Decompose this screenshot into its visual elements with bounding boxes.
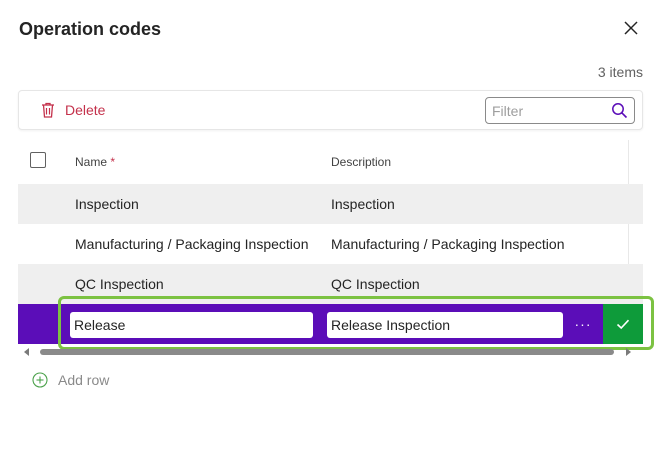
scrollbar-thumb[interactable] — [40, 349, 614, 355]
filter-box[interactable] — [485, 97, 635, 124]
column-header-name[interactable]: Name * — [75, 155, 115, 169]
row-name-cell: QC Inspection — [75, 276, 164, 292]
row-description-cell: Manufacturing / Packaging Inspection — [331, 236, 565, 252]
row-name-cell: Inspection — [75, 196, 139, 212]
column-header-name-label: Name — [75, 155, 108, 169]
required-marker: * — [110, 155, 116, 169]
table-row[interactable]: QC Inspection QC Inspection — [18, 264, 643, 304]
close-icon — [624, 21, 638, 35]
filter-input[interactable] — [492, 101, 602, 121]
table-row[interactable]: Manufacturing / Packaging Inspection Man… — [18, 224, 643, 264]
horizontal-scrollbar[interactable] — [18, 348, 643, 356]
command-bar: Delete — [18, 90, 643, 130]
grid-header: Name * Description — [18, 140, 643, 184]
editing-row: ··· — [18, 304, 643, 344]
scroll-left-arrow-icon[interactable] — [24, 348, 29, 356]
table-row[interactable]: Inspection Inspection — [18, 184, 643, 224]
trash-icon — [42, 102, 54, 118]
scroll-right-arrow-icon[interactable] — [626, 348, 631, 356]
delete-button-label: Delete — [65, 102, 106, 118]
dialog-title: Operation codes — [19, 19, 162, 39]
select-all-checkbox[interactable] — [30, 152, 46, 168]
row-name-cell: Manufacturing / Packaging Inspection — [75, 236, 309, 252]
add-row-button[interactable]: Add row — [32, 372, 109, 388]
more-options-button[interactable]: ··· — [568, 312, 598, 338]
add-row-label: Add row — [58, 372, 110, 388]
delete-button[interactable]: Delete — [39, 99, 105, 121]
column-header-description[interactable]: Description — [331, 155, 391, 169]
checkmark-icon — [616, 319, 630, 330]
description-edit-input[interactable] — [327, 312, 563, 338]
item-count: 3 items — [597, 64, 643, 80]
close-button[interactable] — [620, 17, 642, 39]
name-edit-input[interactable] — [70, 312, 313, 338]
operation-codes-dialog: Operation codes 3 items Delete Filter Na… — [0, 0, 662, 461]
confirm-button[interactable] — [603, 304, 643, 344]
row-description-cell: Inspection — [331, 196, 395, 212]
search-icon[interactable] — [611, 102, 628, 119]
row-description-cell: QC Inspection — [331, 276, 420, 292]
add-circle-icon — [32, 372, 48, 388]
